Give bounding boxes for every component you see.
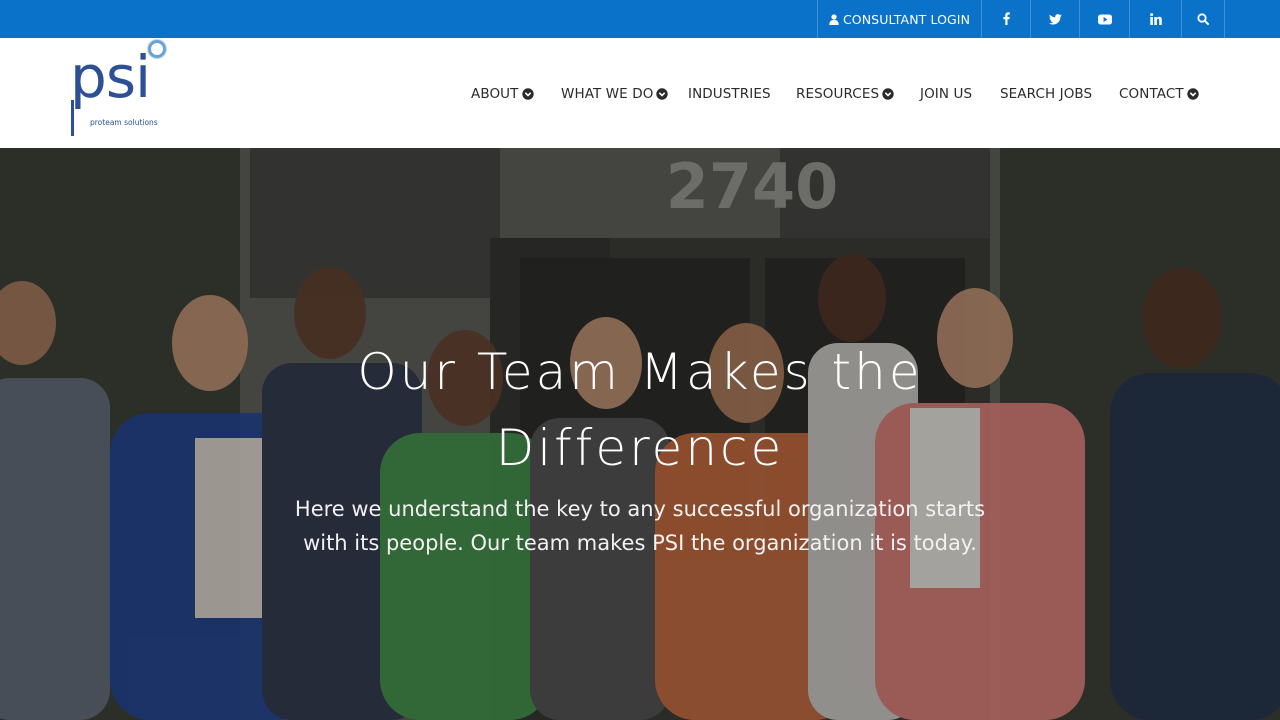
nav-resources-label: RESOURCES xyxy=(796,86,880,102)
nav-search-jobs[interactable]: SEARCH JOBS xyxy=(1000,85,1092,103)
nav-contact[interactable]: CONTACT xyxy=(1119,85,1199,103)
chevron-down-icon xyxy=(521,88,534,100)
hero-title: Our Team Makes the Difference xyxy=(357,343,923,477)
linkedin-icon xyxy=(1149,10,1162,29)
facebook-link[interactable] xyxy=(981,0,1030,38)
logo-ring-icon xyxy=(148,40,166,58)
nav-contact-label: CONTACT xyxy=(1119,86,1184,102)
search-button[interactable] xyxy=(1181,0,1225,38)
top-utility-bar: CONSULTANT LOGIN xyxy=(0,0,1280,38)
logo-bar xyxy=(71,100,74,136)
site-header: psi proteam solutions ABOUT WHAT WE DO I… xyxy=(0,38,1280,148)
youtube-link[interactable] xyxy=(1079,0,1129,38)
nav-join-us-label: JOIN US xyxy=(920,86,973,102)
nav-about-label: ABOUT xyxy=(471,86,519,102)
nav-search-jobs-label: SEARCH JOBS xyxy=(1000,86,1093,102)
logo-tagline: proteam solutions xyxy=(90,118,158,127)
nav-about[interactable]: ABOUT xyxy=(471,85,534,103)
user-icon xyxy=(829,13,839,25)
nav-industries-label: INDUSTRIES xyxy=(688,86,771,102)
twitter-icon xyxy=(1048,10,1062,29)
hero-banner: 2740 Our Team Makes the Difference Here … xyxy=(0,148,1280,720)
linkedin-link[interactable] xyxy=(1129,0,1181,38)
logo-wordmark: psi xyxy=(70,43,151,111)
nav-what-we-do-label: WHAT WE DO xyxy=(561,86,654,102)
nav-join-us[interactable]: JOIN US xyxy=(920,85,972,103)
hero-subtitle: Here we understand the key to any succes… xyxy=(294,497,986,555)
nav-resources[interactable]: RESOURCES xyxy=(796,85,894,103)
nav-what-we-do[interactable]: WHAT WE DO xyxy=(561,85,669,103)
consultant-login-link[interactable]: CONSULTANT LOGIN xyxy=(817,0,981,38)
twitter-link[interactable] xyxy=(1030,0,1079,38)
nav-industries[interactable]: INDUSTRIES xyxy=(688,85,771,103)
chevron-down-icon xyxy=(1187,88,1199,100)
psi-logo[interactable]: psi proteam solutions xyxy=(66,38,176,138)
chevron-down-icon xyxy=(656,88,669,100)
facebook-icon xyxy=(1002,10,1010,29)
chevron-down-icon xyxy=(882,88,894,100)
search-icon xyxy=(1197,10,1209,29)
youtube-icon xyxy=(1097,10,1112,29)
consultant-login-label: CONSULTANT LOGIN xyxy=(842,11,971,27)
